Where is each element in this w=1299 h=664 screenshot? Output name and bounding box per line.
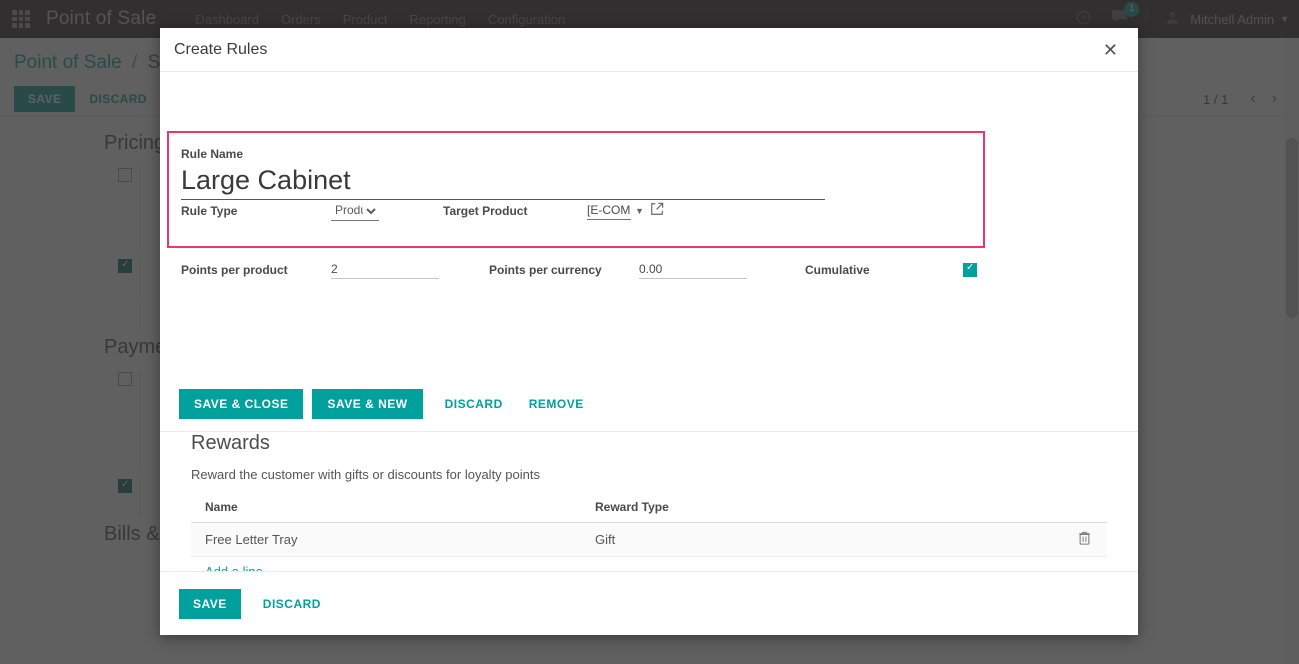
target-product-label: Target Product — [443, 204, 528, 218]
save-and-new-button[interactable]: SAVE & NEW — [312, 389, 423, 419]
target-product-field: ▼ — [587, 202, 664, 221]
rule-type-and-target-row: Rule Type Product Product Category Order… — [181, 201, 981, 221]
rule-name-label: Rule Name — [181, 147, 244, 161]
rule-name-group: Rule Name — [181, 147, 971, 200]
dialog-discard-button[interactable]: DISCARD — [250, 589, 334, 619]
rewards-table-head: Name Reward Type — [191, 500, 1107, 523]
rule-subform: Rule Name Rule Type Product Product Cate… — [167, 131, 985, 279]
cell-reward-name[interactable]: Free Letter Tray — [191, 522, 581, 557]
subform-discard-button[interactable]: DISCARD — [432, 389, 516, 419]
dialog-body: Rule Name Rule Type Product Product Cate… — [160, 72, 1138, 571]
rewards-table: Name Reward Type Free Letter Tray Gift — [191, 500, 1107, 557]
column-header-reward-type: Reward Type — [581, 500, 1061, 523]
screen-root: Point of Sale Dashboard Orders Product R… — [0, 0, 1299, 664]
dialog-footer: SAVE DISCARD — [160, 571, 1138, 635]
cumulative-checkbox[interactable] — [963, 262, 977, 277]
close-icon[interactable]: ✕ — [1097, 39, 1124, 61]
trash-icon[interactable] — [1078, 531, 1091, 548]
rule-name-input[interactable] — [181, 165, 825, 200]
rewards-title: Rewards — [191, 432, 270, 454]
chevron-down-icon[interactable]: ▼ — [635, 206, 644, 216]
rewards-header-row: Name Reward Type — [191, 500, 1107, 523]
points-per-product-input[interactable] — [331, 261, 439, 279]
points-per-currency-input[interactable] — [639, 261, 747, 279]
dialog-title: Create Rules — [174, 40, 268, 58]
subform-remove-button[interactable]: REMOVE — [516, 389, 597, 419]
rewards-table-body: Free Letter Tray Gift — [191, 522, 1107, 557]
table-row[interactable]: Free Letter Tray Gift — [191, 522, 1107, 557]
subform-action-bar: SAVE & CLOSE SAVE & NEW DISCARD REMOVE — [160, 362, 1138, 432]
dialog-save-button[interactable]: SAVE — [179, 588, 241, 619]
cumulative-label: Cumulative — [805, 263, 870, 277]
points-per-currency-label: Points per currency — [489, 263, 602, 277]
cell-reward-type[interactable]: Gift — [581, 522, 1061, 557]
points-per-product-label: Points per product — [181, 263, 288, 277]
rule-type-label: Rule Type — [181, 204, 238, 218]
dialog-header: Create Rules ✕ — [160, 28, 1138, 72]
rewards-section: Rewards Reward the customer with gifts o… — [191, 432, 1107, 571]
rule-type-select-wrapper: Product Product Category Order — [331, 201, 379, 221]
column-header-actions — [1061, 500, 1107, 523]
column-header-name: Name — [191, 500, 581, 523]
cell-row-actions — [1061, 522, 1107, 557]
subform-buttons: SAVE & CLOSE SAVE & NEW DISCARD REMOVE — [179, 389, 597, 419]
rewards-subtitle: Reward the customer with gifts or discou… — [191, 467, 540, 482]
points-row: Points per product Points per currency C… — [181, 261, 981, 279]
target-product-input[interactable] — [587, 202, 631, 220]
rule-type-select[interactable]: Product Product Category Order — [331, 201, 379, 221]
create-rules-dialog: Create Rules ✕ Rule Name Rule Type Produ… — [160, 28, 1138, 635]
external-link-icon[interactable] — [650, 202, 664, 221]
add-a-line-button[interactable]: Add a line — [191, 557, 263, 571]
save-and-close-button[interactable]: SAVE & CLOSE — [179, 389, 304, 419]
